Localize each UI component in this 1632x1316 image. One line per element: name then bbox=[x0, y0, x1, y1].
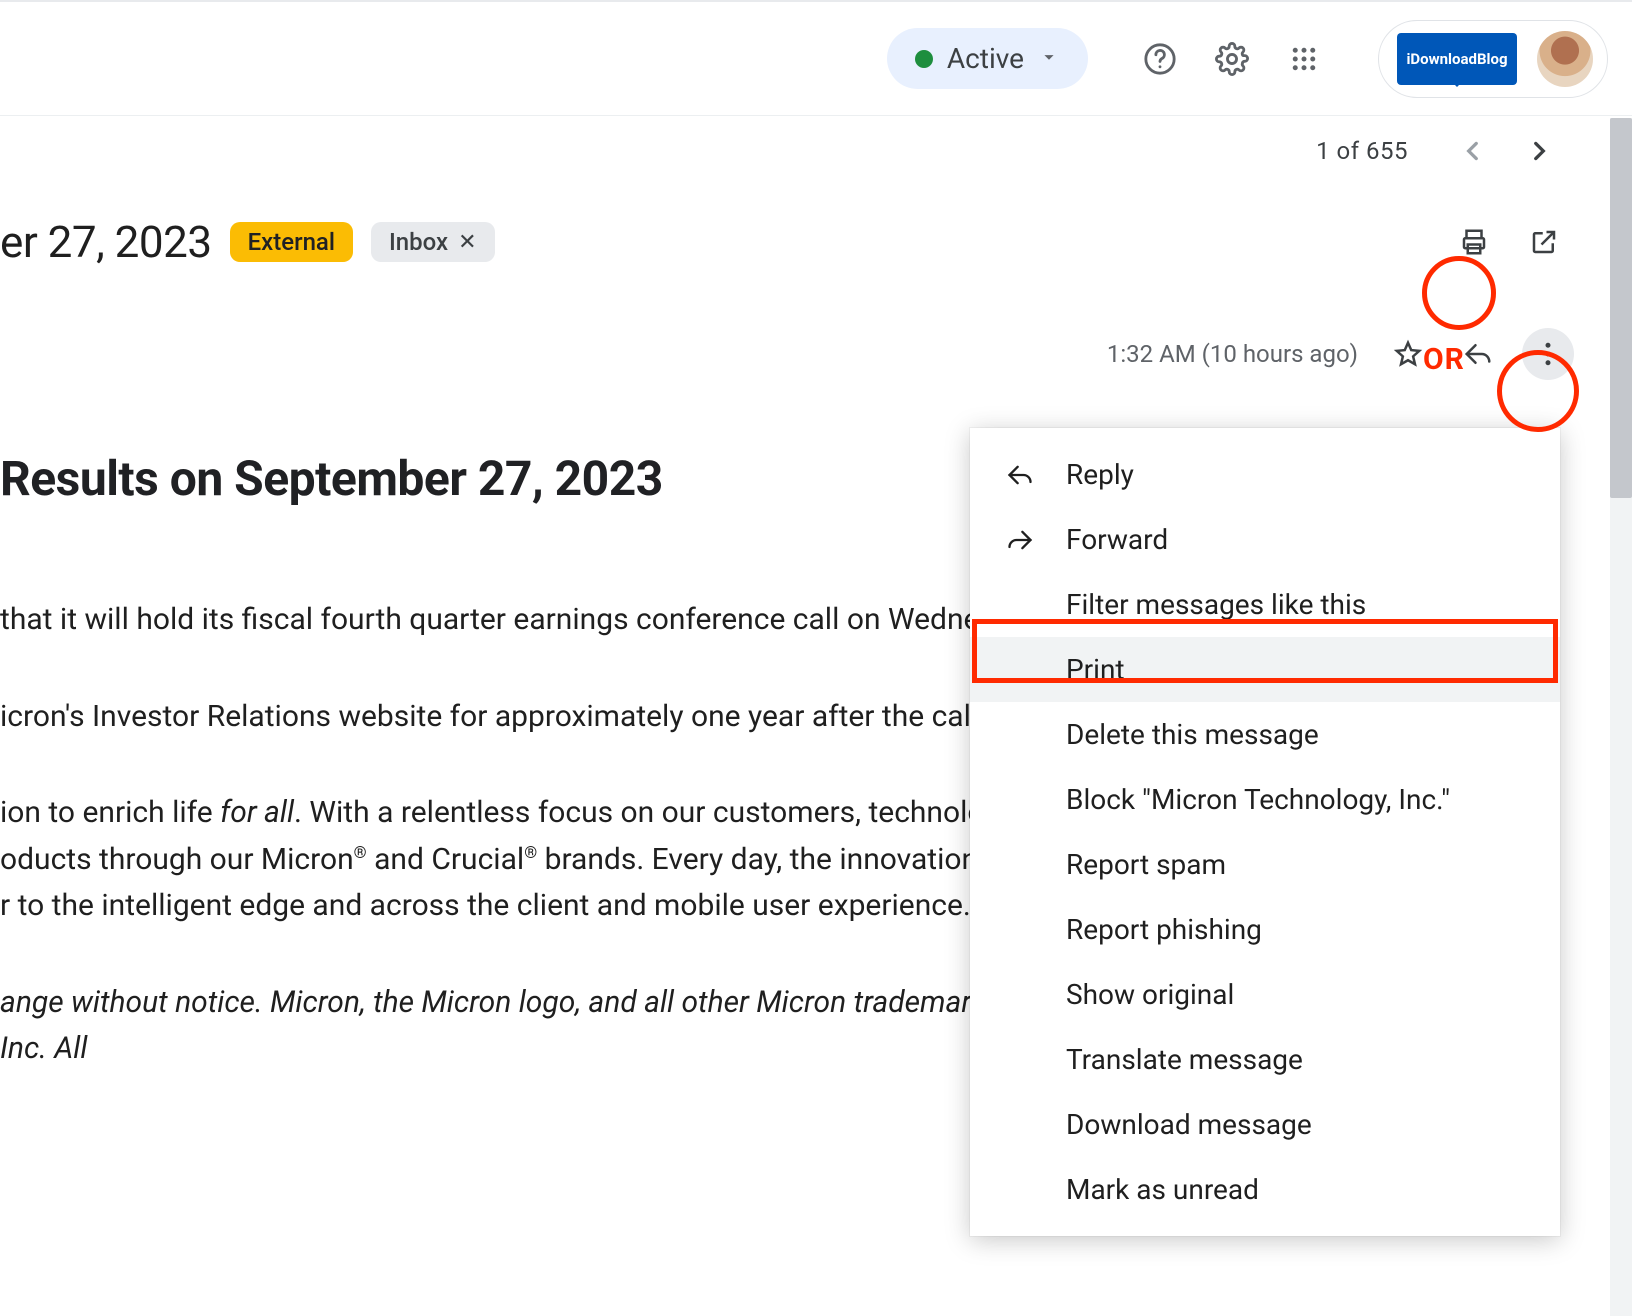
brand-logo: iDownloadBlog bbox=[1397, 33, 1517, 85]
forward-icon bbox=[1000, 526, 1040, 554]
menu-show-original[interactable]: Show original bbox=[970, 962, 1560, 1027]
external-chip: External bbox=[230, 222, 353, 262]
menu-filter[interactable]: Filter messages like this bbox=[970, 572, 1560, 637]
open-new-window-button[interactable] bbox=[1518, 216, 1570, 268]
menu-mark-unread[interactable]: Mark as unread bbox=[970, 1157, 1560, 1222]
apps-grid-button[interactable] bbox=[1276, 31, 1332, 87]
settings-button[interactable] bbox=[1204, 31, 1260, 87]
menu-report-spam[interactable]: Report spam bbox=[970, 832, 1560, 897]
email-subject-fragment: er 27, 2023 bbox=[0, 216, 212, 268]
pager-prev-button[interactable] bbox=[1446, 124, 1500, 178]
status-pill[interactable]: Active bbox=[887, 28, 1088, 89]
menu-print[interactable]: Print bbox=[970, 637, 1560, 702]
menu-delete[interactable]: Delete this message bbox=[970, 702, 1560, 767]
more-options-menu: Reply Forward Filter messages like this … bbox=[970, 428, 1560, 1236]
app-header: Active iDownloadBlog bbox=[0, 0, 1632, 116]
reply-icon bbox=[1000, 461, 1040, 489]
brand-logo-text: iDownloadBlog bbox=[1406, 50, 1507, 68]
menu-forward[interactable]: Forward bbox=[970, 507, 1560, 572]
avatar[interactable] bbox=[1537, 31, 1593, 87]
scrollbar-thumb[interactable] bbox=[1610, 118, 1632, 498]
menu-reply-label: Reply bbox=[1066, 458, 1134, 491]
pager-next-button[interactable] bbox=[1512, 124, 1566, 178]
email-timestamp: 1:32 AM (10 hours ago) bbox=[1107, 340, 1358, 368]
menu-download[interactable]: Download message bbox=[970, 1092, 1560, 1157]
pager-count: 1 of 655 bbox=[1316, 137, 1408, 165]
menu-reply[interactable]: Reply bbox=[970, 442, 1560, 507]
menu-block[interactable]: Block "Micron Technology, Inc." bbox=[970, 767, 1560, 832]
help-button[interactable] bbox=[1132, 31, 1188, 87]
email-title-row: er 27, 2023 External Inbox ✕ bbox=[0, 186, 1632, 268]
status-label: Active bbox=[947, 42, 1024, 75]
menu-forward-label: Forward bbox=[1066, 523, 1168, 556]
pager: 1 of 655 bbox=[0, 116, 1632, 186]
chevron-down-icon bbox=[1038, 46, 1060, 72]
account-switcher[interactable]: iDownloadBlog bbox=[1378, 20, 1608, 98]
status-dot-icon bbox=[915, 50, 933, 68]
close-icon[interactable]: ✕ bbox=[458, 230, 476, 255]
email-meta-row: 1:32 AM (10 hours ago) bbox=[0, 268, 1632, 380]
print-button[interactable] bbox=[1448, 216, 1500, 268]
more-options-button[interactable] bbox=[1522, 328, 1574, 380]
annotation-or-label: OR bbox=[1423, 342, 1465, 377]
menu-translate[interactable]: Translate message bbox=[970, 1027, 1560, 1092]
menu-report-phishing[interactable]: Report phishing bbox=[970, 897, 1560, 962]
inbox-chip[interactable]: Inbox ✕ bbox=[371, 222, 495, 262]
inbox-chip-label: Inbox bbox=[389, 228, 448, 256]
